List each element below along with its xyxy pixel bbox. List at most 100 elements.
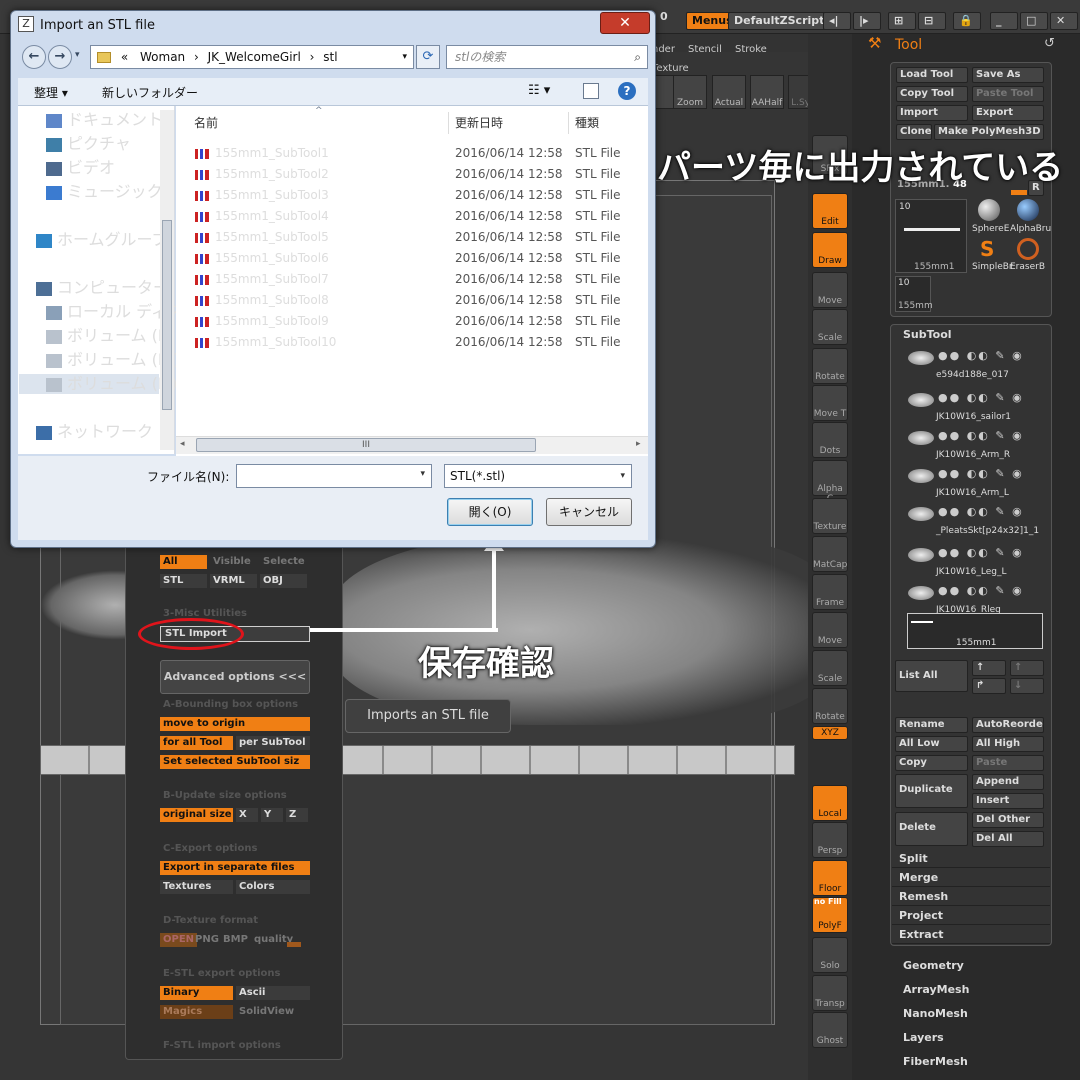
nav-scrollbar[interactable] bbox=[160, 110, 174, 450]
filetype-select[interactable]: STL(*.stl) ▾ bbox=[444, 464, 632, 488]
file-row[interactable]: 155mm1_SubTool6 2016/06/14 12:58 STL File bbox=[195, 248, 640, 269]
lock-icon[interactable]: 🔒 bbox=[953, 12, 981, 30]
move-to-origin-button[interactable]: move to origin bbox=[160, 717, 310, 731]
all-low-button[interactable]: All Low bbox=[895, 736, 968, 752]
nav-item[interactable]: ネットワーク bbox=[36, 422, 153, 442]
vtool-matcap[interactable]: MatCap bbox=[812, 536, 848, 572]
subtool-visibility-icon[interactable]: ●● ◐◐ ✎ ◉ bbox=[938, 505, 1024, 518]
insert-button[interactable]: Insert bbox=[972, 793, 1044, 809]
vtool-floor[interactable]: Floor bbox=[812, 860, 848, 896]
brush-row-item[interactable]: Stroke bbox=[735, 44, 767, 55]
current-tool-thumb[interactable]: 10 155mm1 bbox=[895, 199, 967, 273]
save-as-button[interactable]: Save As bbox=[972, 67, 1044, 83]
column-divider[interactable] bbox=[568, 112, 569, 134]
bmp-toggle[interactable]: BMP bbox=[220, 933, 251, 947]
vtool-edit[interactable]: Edit bbox=[812, 193, 848, 229]
forward-icon[interactable]: → bbox=[48, 45, 72, 69]
vtool-xyz[interactable]: XYZ bbox=[812, 726, 848, 740]
minimize-icon[interactable]: _ bbox=[990, 12, 1018, 30]
col-name-header[interactable]: 名前 bbox=[194, 110, 218, 136]
nav-item[interactable]: ビデオ bbox=[46, 158, 115, 178]
view-options-icon[interactable]: ☷ ▾ bbox=[528, 83, 550, 98]
move-down-icon[interactable]: ↱ bbox=[972, 678, 1006, 694]
del-all-button[interactable]: Del All bbox=[972, 831, 1044, 847]
vtool-texture[interactable]: Texture bbox=[812, 498, 848, 534]
vtool-draw[interactable]: Draw bbox=[812, 232, 848, 268]
subtool-row[interactable]: ●● ◐◐ ✎ ◉ JK10W16_Arm_R bbox=[900, 427, 1045, 463]
history-dropdown-icon[interactable]: ▾ bbox=[75, 50, 80, 60]
refresh-icon[interactable]: ⟳ bbox=[416, 45, 440, 69]
col-date-header[interactable]: 更新日時 bbox=[455, 110, 503, 136]
move-down2-icon[interactable]: ↓ bbox=[1010, 678, 1044, 694]
layout-icon[interactable]: ⊞ bbox=[888, 12, 916, 30]
nav-item[interactable]: ホームグループ bbox=[36, 230, 168, 250]
scroll-left-icon[interactable]: ◂ bbox=[180, 439, 185, 449]
subtool-row[interactable]: ●● ◐◐ ✎ ◉ JK10W16_Arm_L bbox=[900, 465, 1045, 501]
file-row[interactable]: 155mm1_SubTool3 2016/06/14 12:58 STL File bbox=[195, 185, 640, 206]
binary-toggle[interactable]: Binary bbox=[160, 986, 233, 1000]
new-folder-button[interactable]: 新しいフォルダー bbox=[102, 84, 198, 101]
set-selected-size-button[interactable]: Set selected SubTool siz bbox=[160, 755, 310, 769]
breadcrumb-stl[interactable]: stl bbox=[323, 50, 337, 64]
address-dropdown-icon[interactable]: ▾ bbox=[402, 46, 407, 68]
nav-scroll-thumb[interactable] bbox=[162, 220, 172, 410]
open-button[interactable]: 開く(O) bbox=[447, 498, 533, 526]
subtool-visibility-icon[interactable]: ●● ◐◐ ✎ ◉ bbox=[938, 584, 1024, 597]
export-button[interactable]: Export bbox=[972, 105, 1044, 121]
load-tool-button[interactable]: Load Tool bbox=[896, 67, 968, 83]
file-row[interactable]: 155mm1_SubTool2 2016/06/14 12:58 STL File bbox=[195, 164, 640, 185]
reset-icon[interactable]: ↺ bbox=[1044, 36, 1055, 51]
preview-pane-icon[interactable] bbox=[583, 83, 599, 99]
filename-input[interactable]: ▾ bbox=[236, 464, 432, 488]
export-separate-button[interactable]: Export in separate files bbox=[160, 861, 310, 875]
ascii-toggle[interactable]: Ascii bbox=[236, 986, 310, 1000]
original-size-button[interactable]: original size bbox=[160, 808, 233, 822]
delete-button[interactable]: Delete bbox=[895, 812, 968, 846]
breadcrumb-woman[interactable]: Woman bbox=[140, 50, 185, 64]
list-all-button[interactable]: List All bbox=[895, 660, 968, 692]
brush-row-item[interactable]: Stencil bbox=[688, 44, 722, 55]
arraymesh-menu[interactable]: ArrayMesh bbox=[903, 983, 969, 996]
make-polymesh-button[interactable]: Make PolyMesh3D bbox=[934, 124, 1044, 140]
restore-icon[interactable]: □ bbox=[1020, 12, 1048, 30]
layers-menu[interactable]: Layers bbox=[903, 1031, 944, 1044]
small-tool-thumb[interactable]: 10 155mm bbox=[895, 276, 933, 312]
file-hscroll-thumb[interactable]: III bbox=[196, 438, 536, 452]
sphere-brush-icon[interactable] bbox=[978, 199, 1000, 221]
vtool-ghost[interactable]: Ghost bbox=[812, 1012, 848, 1048]
subtool-selected[interactable]: 155mm1 bbox=[907, 613, 1043, 649]
for-all-tool-button[interactable]: for all Tool bbox=[160, 736, 233, 750]
stl-format-button[interactable]: STL bbox=[160, 574, 207, 588]
file-row[interactable]: 155mm1_SubTool5 2016/06/14 12:58 STL File bbox=[195, 227, 640, 248]
magics-toggle[interactable]: Magics bbox=[160, 1005, 233, 1019]
merge-menu[interactable]: Merge bbox=[892, 869, 1050, 887]
simple-brush-icon[interactable]: S bbox=[980, 237, 994, 261]
close-icon[interactable]: ✕ bbox=[600, 12, 650, 34]
column-divider[interactable] bbox=[448, 112, 449, 134]
subtool-row[interactable]: ●● ◐◐ ✎ ◉ JK10W16_sailor1 bbox=[900, 389, 1045, 425]
obj-format-button[interactable]: OBJ bbox=[260, 574, 307, 588]
solidview-toggle[interactable]: SolidView bbox=[236, 1005, 297, 1019]
file-row[interactable]: 155mm1_SubTool8 2016/06/14 12:58 STL File bbox=[195, 290, 640, 311]
file-row[interactable]: 155mm1_SubTool7 2016/06/14 12:58 STL File bbox=[195, 269, 640, 290]
next-arrow-icon[interactable]: |▸ bbox=[853, 12, 881, 30]
search-input[interactable]: stlの検索 ⌕ bbox=[446, 45, 648, 69]
help-icon[interactable]: ? bbox=[618, 82, 636, 100]
aahalf-button[interactable]: AAHalf bbox=[750, 75, 784, 109]
import-button[interactable]: Import bbox=[896, 105, 968, 121]
png-toggle[interactable]: PNG bbox=[192, 933, 222, 947]
file-row[interactable]: 155mm1_SubTool4 2016/06/14 12:58 STL File bbox=[195, 206, 640, 227]
clone-button[interactable]: Clone bbox=[896, 124, 932, 140]
all-high-button[interactable]: All High bbox=[972, 736, 1044, 752]
vtool-alpha-c[interactable]: Alpha C bbox=[812, 460, 848, 504]
extract-menu[interactable]: Extract bbox=[892, 926, 1050, 944]
copy-tool-button[interactable]: Copy Tool bbox=[896, 86, 968, 102]
remesh-menu[interactable]: Remesh bbox=[892, 888, 1050, 906]
subtool-row[interactable]: ●● ◐◐ ✎ ◉ e594d188e_017 bbox=[900, 347, 1045, 383]
cancel-button[interactable]: キャンセル bbox=[546, 498, 632, 526]
default-zscript-button[interactable]: DefaultZScript bbox=[728, 12, 831, 30]
layout2-icon[interactable]: ⊟ bbox=[918, 12, 946, 30]
nanomesh-menu[interactable]: NanoMesh bbox=[903, 1007, 968, 1020]
vtool-move-t[interactable]: Move T bbox=[812, 385, 848, 421]
address-bar[interactable]: « Woman › JK_WelcomeGirl › stl ▾ bbox=[90, 45, 414, 69]
